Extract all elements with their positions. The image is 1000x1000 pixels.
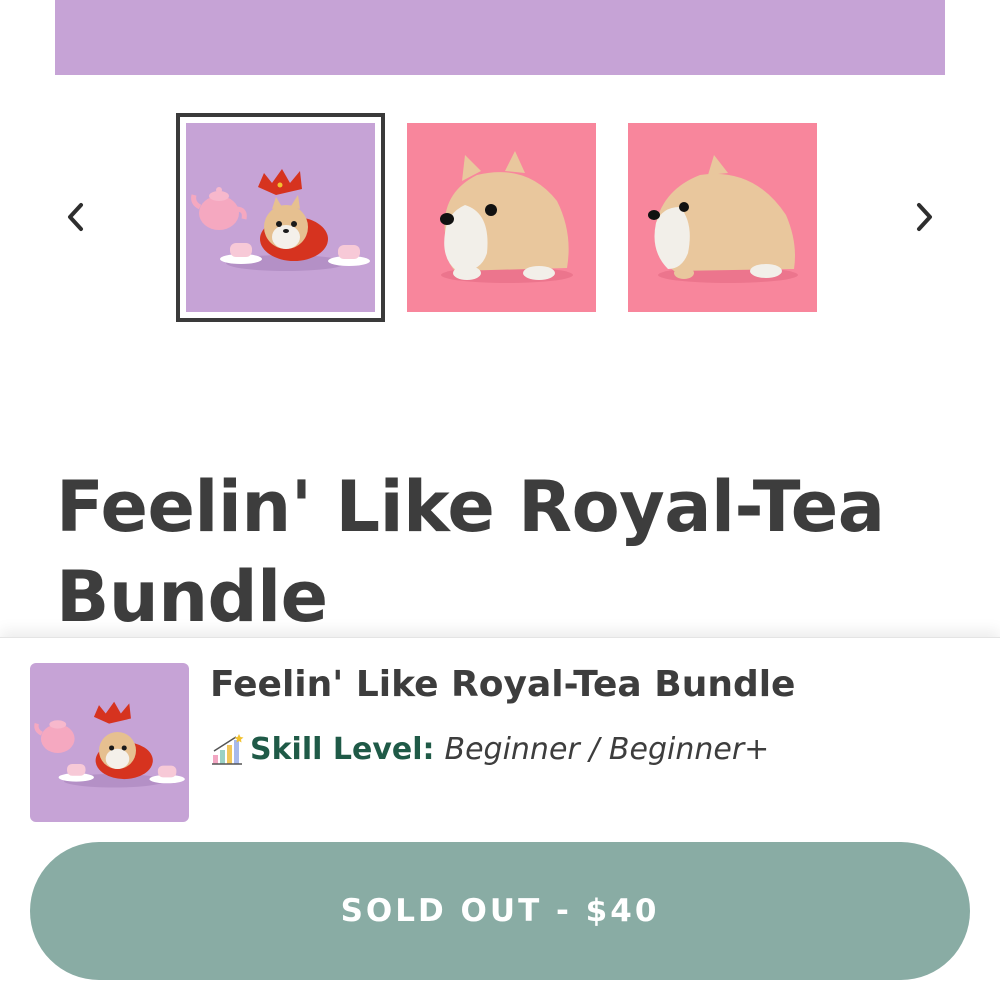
chevron-right-icon [917,203,932,231]
shiba-side-thumbnail [648,155,798,283]
skill-level-label: Skill Level: [250,732,435,767]
carousel-next-button[interactable] [902,195,946,239]
hero-product-image [55,0,945,75]
shiba-front-thumbnail [440,151,573,283]
thumbnail-royal-tea[interactable] [176,113,385,322]
skill-level-row: Skill Level: Beginner / Beginner+ [210,732,769,767]
sticky-product-title: Feelin' Like Royal-Tea Bundle [210,664,796,705]
sold-out-button[interactable]: SOLD OUT - $40 [30,842,970,980]
chevron-left-icon [68,203,83,231]
thumbnail-shiba-side[interactable] [628,123,817,312]
royal-tea-bundle-thumbnail [186,123,375,312]
product-title: Feelin' Like Royal-Tea Bundle [56,466,885,638]
sticky-product-thumbnail [30,663,189,822]
skill-level-value: Beginner / Beginner+ [444,732,770,767]
carousel-prev-button[interactable] [54,195,98,239]
product-page: Feelin' Like Royal-Tea Bundle Feelin' Li… [0,0,1000,1000]
bar-chart-sparkle-icon [212,733,244,765]
thumbnail-shiba-front[interactable] [407,123,596,312]
sticky-add-to-cart-bar: Feelin' Like Royal-Tea Bundle Skill Leve… [0,637,1000,1000]
